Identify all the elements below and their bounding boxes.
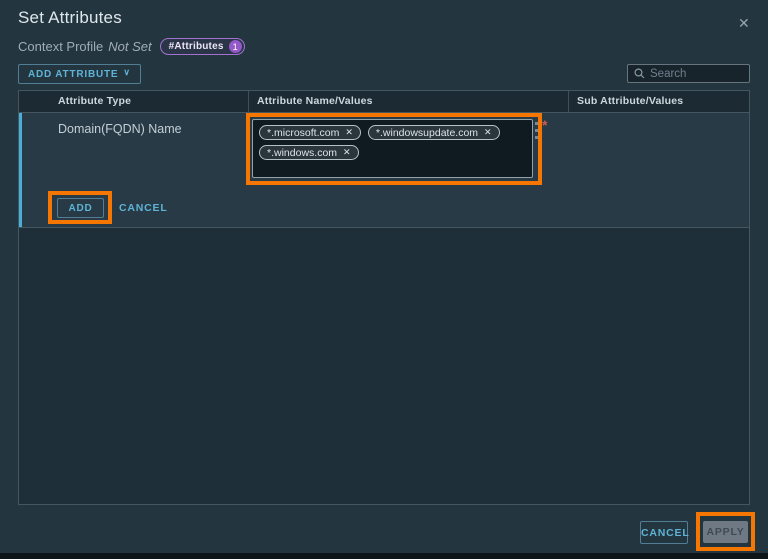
- value-tag: *.windows.com ✕: [259, 145, 359, 160]
- table-header-row: Attribute Type Attribute Name/Values Sub…: [19, 91, 749, 113]
- context-profile-value: Not Set: [108, 39, 152, 54]
- badge-count: 1: [228, 40, 242, 53]
- dialog-bottom-edge: [0, 553, 768, 559]
- apply-button[interactable]: APPLY: [703, 521, 748, 543]
- value-tag-label: *.windows.com: [267, 146, 338, 159]
- remove-tag-icon[interactable]: ✕: [345, 127, 353, 138]
- table-row: Domain(FQDN) Name *.microsoft.com ✕ *.wi…: [19, 113, 749, 228]
- table-empty-area: [19, 228, 749, 504]
- context-profile-line: Context Profile Not Set #Attributes 1: [18, 38, 245, 55]
- badge-label: #Attributes: [168, 41, 224, 52]
- chevron-down-icon: ∨: [123, 66, 131, 77]
- search-icon: [634, 68, 645, 79]
- row-cancel-link[interactable]: CANCEL: [119, 202, 168, 214]
- value-tag: *.microsoft.com ✕: [259, 125, 361, 140]
- add-button[interactable]: ADD: [57, 198, 104, 218]
- search-input[interactable]: [650, 67, 743, 80]
- column-header-sub-attribute-values: Sub Attribute/Values: [577, 95, 684, 107]
- textarea-resize-handle[interactable]: [535, 122, 538, 139]
- attribute-type-value: Domain(FQDN) Name: [58, 122, 182, 136]
- set-attributes-dialog: Set Attributes ✕ Context Profile Not Set…: [0, 0, 768, 559]
- remove-tag-icon[interactable]: ✕: [484, 127, 492, 138]
- close-icon[interactable]: ✕: [738, 15, 750, 32]
- attributes-count-badge[interactable]: #Attributes 1: [159, 38, 245, 55]
- add-attribute-label: ADD ATTRIBUTE: [28, 68, 119, 80]
- cancel-button[interactable]: CANCEL: [640, 521, 689, 544]
- page-title: Set Attributes: [18, 8, 122, 27]
- context-profile-label: Context Profile: [18, 39, 104, 54]
- value-tag: *.windowsupdate.com ✕: [367, 125, 500, 140]
- remove-tag-icon[interactable]: ✕: [343, 147, 351, 158]
- row-selected-accent: [19, 113, 22, 227]
- attributes-table: Attribute Type Attribute Name/Values Sub…: [18, 90, 750, 505]
- required-field-marker: *: [542, 117, 548, 133]
- column-header-attribute-name-values: Attribute Name/Values: [249, 91, 569, 112]
- value-tag-label: *.windowsupdate.com: [375, 126, 479, 139]
- value-tag-label: *.microsoft.com: [267, 126, 340, 139]
- add-attribute-button[interactable]: ADD ATTRIBUTE ∨: [18, 64, 141, 84]
- attribute-values-input[interactable]: *.microsoft.com ✕ *.windowsupdate.com ✕ …: [252, 119, 533, 178]
- column-header-attribute-type: Attribute Type: [19, 91, 249, 112]
- search-box[interactable]: [627, 64, 750, 83]
